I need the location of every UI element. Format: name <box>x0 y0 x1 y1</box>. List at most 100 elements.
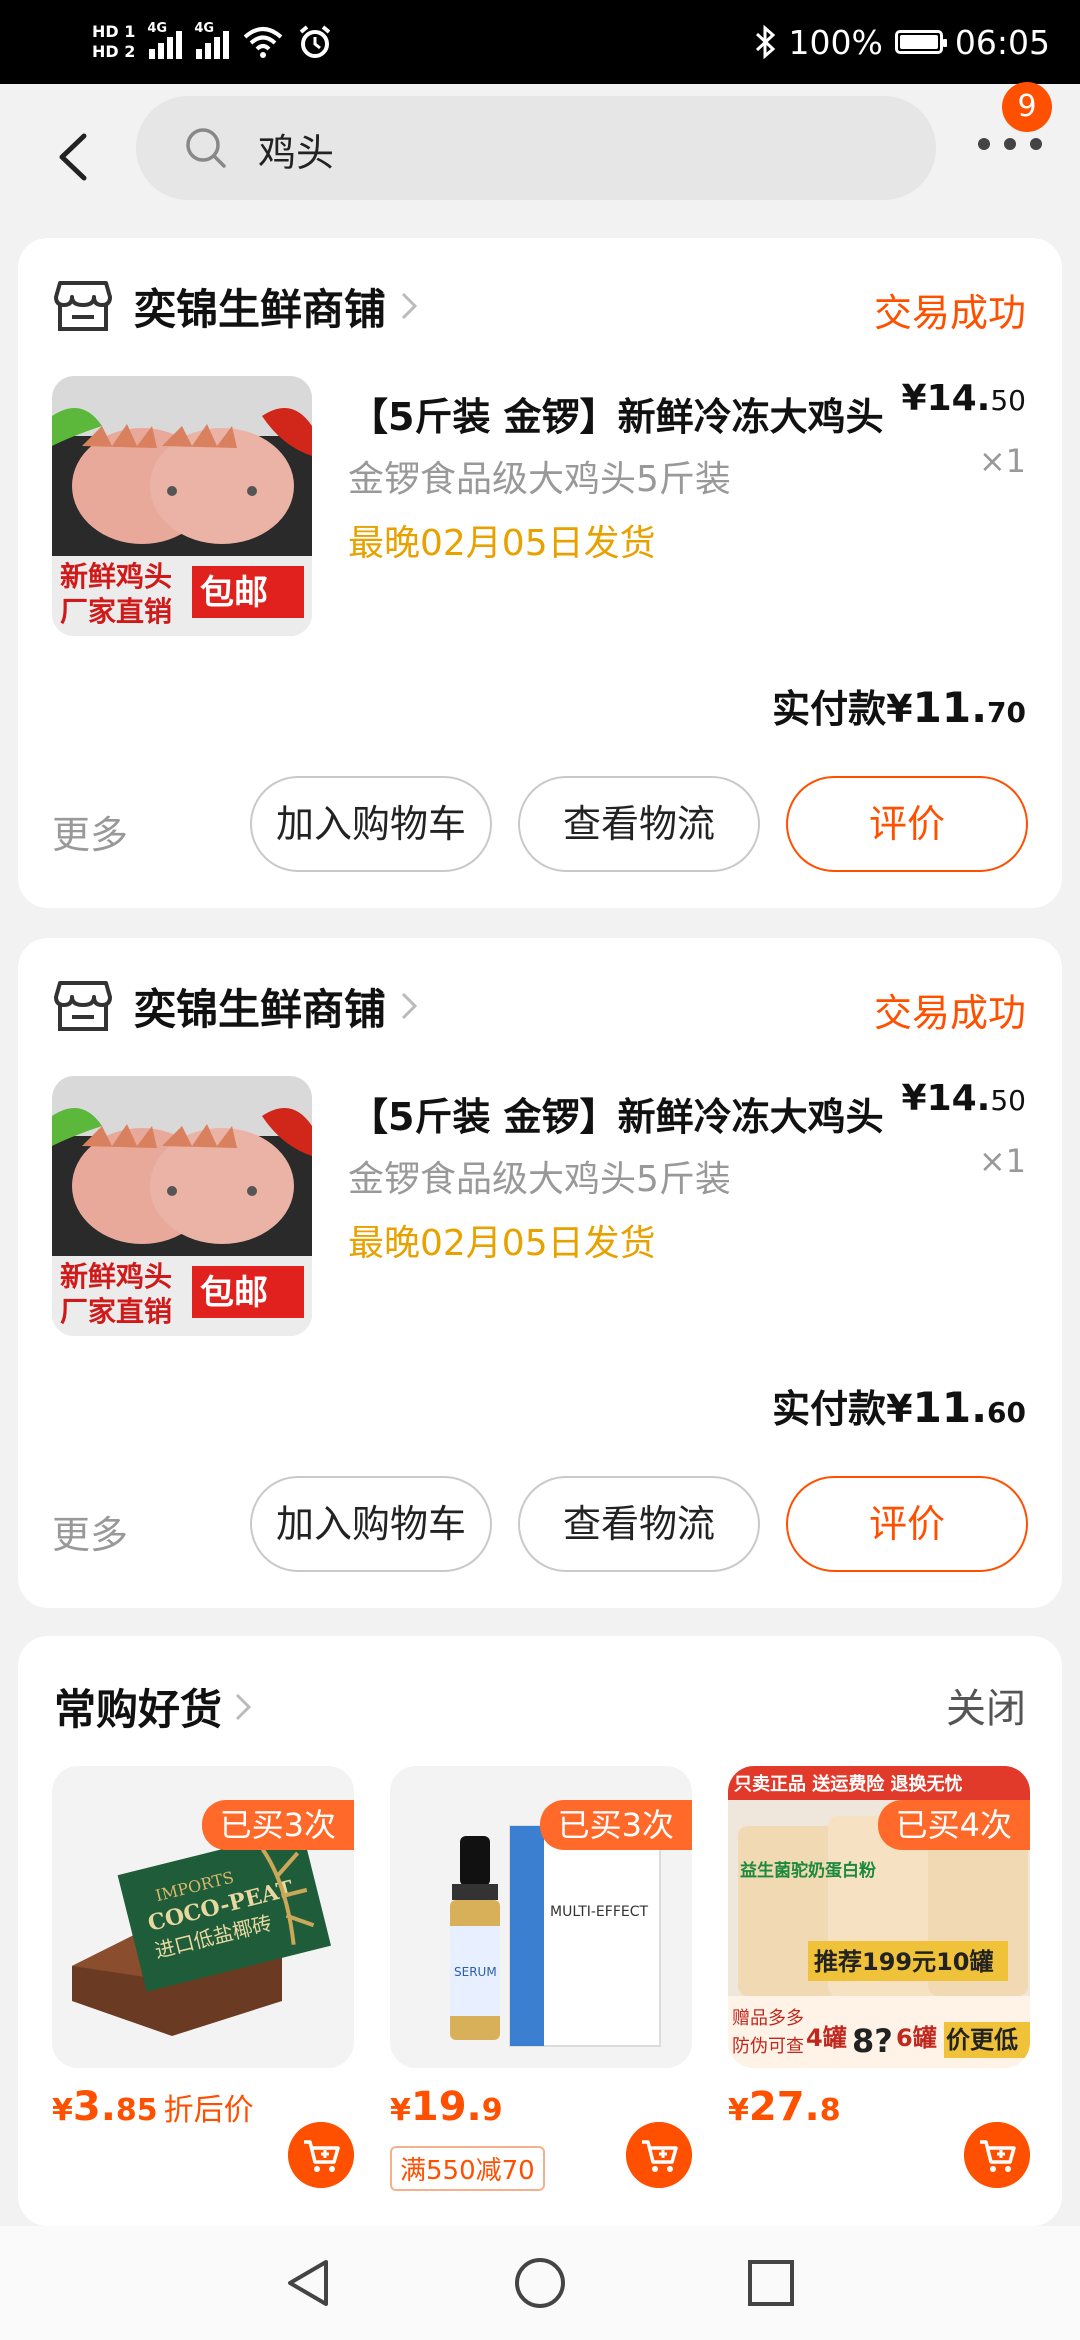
image-caption: SERUM <box>454 1965 497 1979</box>
price-integer: 3. <box>72 2084 116 2130</box>
image-caption: 4罐 <box>806 2024 847 2052</box>
ship-deadline: 最晚02月05日发货 <box>348 1223 656 1264</box>
price-integer: ¥14. <box>901 1078 991 1119</box>
image-caption: 新鲜鸡头 <box>60 1260 172 1293</box>
paid-integer: 11. <box>912 1383 988 1432</box>
image-caption: 推荐199元10罐 <box>814 1948 994 1976</box>
signal-icon: 4G <box>147 21 183 59</box>
review-button[interactable]: 评价 <box>786 1476 1028 1572</box>
paid-decimal: 70 <box>987 696 1026 729</box>
purchase-count-badge: 已买3次 <box>539 1800 692 1850</box>
battery-icon <box>894 30 947 54</box>
image-caption: 8? <box>852 2022 893 2060</box>
product-quantity: ×1 <box>978 442 1026 480</box>
paid-decimal: 60 <box>987 1396 1026 1429</box>
add-to-cart-button[interactable]: 加入购物车 <box>250 1476 492 1572</box>
price-decimal: 50 <box>990 384 1026 417</box>
ship-deadline: 最晚02月05日发货 <box>348 523 656 564</box>
image-caption: 厂家直销 <box>60 595 172 628</box>
order-card[interactable]: 奕锦生鲜商铺 交易成功 新鲜鸡头 厂家直销 包邮 【5斤装 金锣】新鲜冷冻大鸡头… <box>18 938 1062 1608</box>
frequently-bought-section: 常购好货 关闭 IMPORTS COCO-PEAT 进口低盐椰砖 已买3次 ¥3 <box>18 1636 1062 2226</box>
nav-home-icon[interactable] <box>513 2256 567 2310</box>
section-title-text: 常购好货 <box>54 1685 223 1734</box>
shop-header[interactable]: 奕锦生鲜商铺 <box>54 276 418 336</box>
search-bar[interactable]: 鸡头 <box>136 96 936 200</box>
coupon-tag: 满550减70 <box>390 2146 545 2191</box>
sim2-label: HD 2 <box>92 42 136 61</box>
paid-label: 实付款¥ <box>772 687 913 731</box>
product-image[interactable]: 新鲜鸡头 厂家直销 包邮 <box>52 376 312 636</box>
product-image[interactable]: 新鲜鸡头 厂家直销 包邮 <box>52 1076 312 1336</box>
product-image[interactable]: IMPORTS COCO-PEAT 进口低盐椰砖 已买3次 <box>52 1766 354 2068</box>
price-integer: 27. <box>748 2084 820 2130</box>
network-type-1: 4G <box>147 21 168 36</box>
paid-label: 实付款¥ <box>772 1387 913 1431</box>
image-tag: 包邮 <box>200 573 268 613</box>
search-query: 鸡头 <box>258 131 335 175</box>
chevron-right-icon <box>401 292 418 320</box>
review-button[interactable]: 评价 <box>786 776 1028 872</box>
back-icon[interactable] <box>48 122 108 192</box>
amount-paid: 实付款¥11.60 <box>772 1378 1026 1433</box>
recommended-product[interactable]: MULTI-EFFECT SERUM 已买3次 ¥19.9 满550减70 <box>390 1766 692 2191</box>
order-card[interactable]: 奕锦生鲜商铺 交易成功 新鲜鸡头 厂家直销 包邮 【5斤装 金锣】新鲜冷冻大鸡头… <box>18 238 1062 908</box>
status-bar: HD 1 HD 2 4G 4G 100% 06:05 <box>0 0 1080 84</box>
store-icon <box>54 281 112 331</box>
sim1-label: HD 1 <box>92 22 136 41</box>
image-caption: 益生菌驼奶蛋白粉 <box>740 1860 876 1881</box>
shop-name: 奕锦生鲜商铺 <box>134 284 387 334</box>
view-logistics-button[interactable]: 查看物流 <box>518 1476 760 1572</box>
product-price: ¥14.50 <box>902 378 1026 419</box>
product-title[interactable]: 【5斤装 金锣】新鲜冷冻大鸡头 <box>350 1086 930 1141</box>
product-price: ¥27.8 <box>728 2084 841 2130</box>
image-caption: 赠品多多 <box>732 2008 804 2029</box>
product-price: ¥19.9 <box>390 2084 503 2130</box>
alarm-icon <box>300 25 331 58</box>
add-to-cart-icon[interactable] <box>626 2122 692 2188</box>
paid-integer: 11. <box>912 683 988 732</box>
product-image[interactable]: 只卖正品 送运费险 退换无忧 益生菌驼奶蛋白粉 推荐199元10罐 赠品多多 防… <box>728 1766 1030 2068</box>
bluetooth-icon <box>755 25 775 59</box>
product-spec: 金锣食品级大鸡头5斤装 <box>348 1159 731 1200</box>
nav-back-icon[interactable] <box>282 2256 336 2310</box>
chevron-right-icon <box>401 992 418 1020</box>
image-caption: 厂家直销 <box>60 1295 172 1328</box>
close-button[interactable]: 关闭 <box>946 1676 1026 1734</box>
product-spec: 金锣食品级大鸡头5斤装 <box>348 459 731 500</box>
currency-symbol: ¥ <box>728 2093 749 2128</box>
more-link[interactable]: 更多 <box>52 804 128 859</box>
recommended-product[interactable]: 只卖正品 送运费险 退换无忧 益生菌驼奶蛋白粉 推荐199元10罐 赠品多多 防… <box>728 1766 1030 2188</box>
price-integer: 19. <box>410 2084 482 2130</box>
order-status: 交易成功 <box>873 991 1026 1035</box>
image-caption: MULTI-EFFECT <box>550 1904 649 1920</box>
signal-icon: 4G <box>194 21 230 59</box>
search-icon <box>186 128 226 168</box>
price-integer: ¥14. <box>901 378 991 419</box>
section-title[interactable]: 常购好货 <box>54 1676 252 1737</box>
price-decimal: 85 <box>115 2093 158 2128</box>
more-options-icon[interactable] <box>970 130 1050 190</box>
shop-name: 奕锦生鲜商铺 <box>134 984 387 1034</box>
price-tag: 折后价 <box>163 2093 254 2128</box>
amount-paid: 实付款¥11.70 <box>772 678 1026 733</box>
product-price: ¥3.85 折后价 <box>52 2084 254 2130</box>
network-type-2: 4G <box>194 21 215 36</box>
store-icon <box>54 981 112 1031</box>
nav-recents-icon[interactable] <box>744 2256 798 2310</box>
clock: 06:05 <box>954 22 1050 62</box>
recommended-product[interactable]: IMPORTS COCO-PEAT 进口低盐椰砖 已买3次 ¥3.85 折后价 <box>52 1766 354 2188</box>
add-to-cart-icon[interactable] <box>288 2122 354 2188</box>
image-caption: 新鲜鸡头 <box>60 560 172 593</box>
currency-symbol: ¥ <box>390 2093 411 2128</box>
sim-indicators: HD 1 HD 2 <box>92 22 135 62</box>
view-logistics-button[interactable]: 查看物流 <box>518 776 760 872</box>
add-to-cart-button[interactable]: 加入购物车 <box>250 776 492 872</box>
product-title[interactable]: 【5斤装 金锣】新鲜冷冻大鸡头 <box>350 386 930 441</box>
more-link[interactable]: 更多 <box>52 1504 128 1559</box>
shop-header[interactable]: 奕锦生鲜商铺 <box>54 976 418 1036</box>
battery-percent: 100% <box>788 22 883 62</box>
add-to-cart-icon[interactable] <box>964 2122 1030 2188</box>
purchase-count-badge: 已买4次 <box>877 1800 1030 1850</box>
product-image[interactable]: MULTI-EFFECT SERUM 已买3次 <box>390 1766 692 2068</box>
chevron-right-icon <box>235 1693 252 1720</box>
